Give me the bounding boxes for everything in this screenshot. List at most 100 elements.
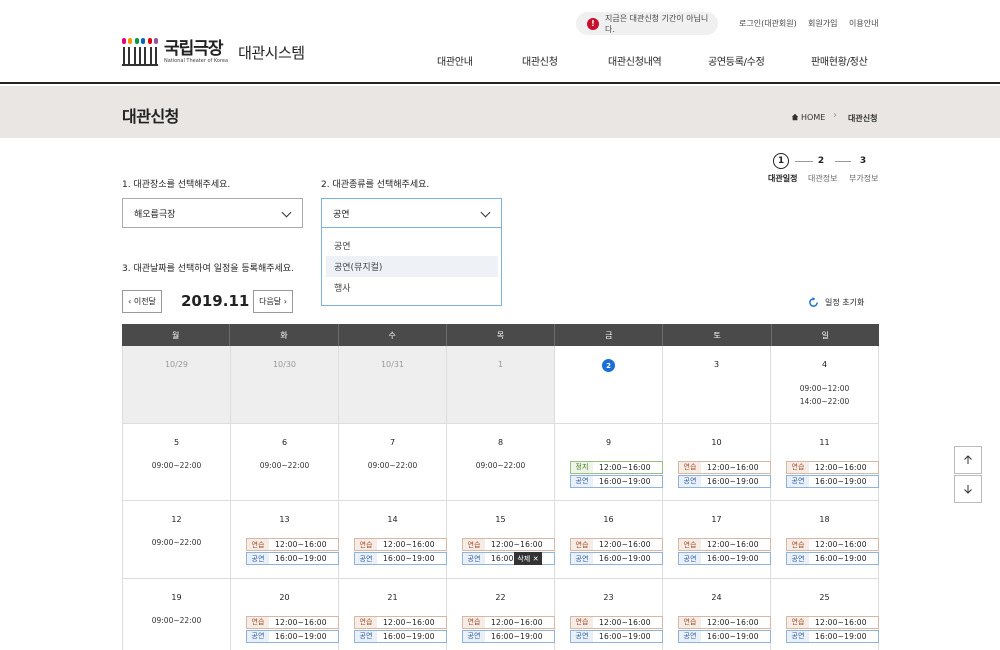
calendar-day-cell[interactable]: 18 연습 12:00~16:00 공연 16:00~19:00 [771, 501, 879, 578]
reset-schedule-button[interactable]: 일정 초기화 [808, 297, 864, 308]
calendar-day-cell[interactable]: 8 09:00~22:00 [447, 423, 555, 500]
calendar-day-cell[interactable]: 11 연습 12:00~16:00 공연 16:00~19:00 [771, 423, 879, 500]
scroll-top-button[interactable] [954, 446, 982, 474]
slot-type-tag: 공연 [463, 553, 485, 564]
performance-slot[interactable]: 공연 16:00~19:00 [570, 552, 663, 565]
slot-time: 12:00~16:00 [815, 462, 867, 472]
calendar-day-cell[interactable]: 17 연습 12:00~16:00 공연 16:00~19:00 [663, 501, 771, 578]
rehearsal-slot[interactable]: 연습 12:00~16:00 [462, 615, 555, 629]
gnb-rental-apply[interactable]: 대관신청 [522, 53, 558, 68]
performance-slot[interactable]: 공연 16:00~19:00 [678, 474, 771, 488]
rehearsal-slot[interactable]: 연습 12:00~16:00 [786, 460, 879, 474]
step-1-label: 대관일정 [768, 174, 798, 183]
slot-type-tag: 공연 [571, 630, 593, 642]
rehearsal-slot[interactable]: 연습 12:00~16:00 [678, 460, 771, 474]
calendar-day-cell[interactable]: 14 연습 12:00~16:00 공연 16:00~19:00 [339, 501, 447, 578]
calendar-day-cell[interactable]: 5 09:00~22:00 [122, 423, 231, 500]
calendar-week-row: 19 09:00~22:00 20 연습 12:00~16:00 공연 16:00~19:0… [122, 578, 879, 650]
logo[interactable]: 국립극장 National Theater of Korea 대관시스템 [122, 37, 305, 67]
calendar-day-cell[interactable]: 2 [555, 346, 663, 423]
day-number: 10/31 [380, 360, 405, 369]
slot-type-tag: 공연 [247, 553, 269, 564]
rehearsal-slot[interactable]: 연습 12:00~16:00 [246, 615, 339, 629]
performance-slot[interactable]: 공연 16:00~19:00 [354, 552, 447, 565]
rental-type-select[interactable]: 공연 [321, 198, 502, 228]
slot-type-tag: 연습 [463, 616, 485, 628]
gnb-performance-register[interactable]: 공연등록/수정 [708, 53, 765, 68]
performance-slot[interactable]: 공연 16:00~19:00 [786, 552, 879, 565]
suspended-slot[interactable]: 정지 12:00~16:00 [570, 460, 663, 474]
slot-type-tag: 공연 [355, 630, 377, 642]
slot-time: 16:00~19:00 [383, 631, 435, 641]
calendar-day-cell[interactable]: 25 연습 12:00~16:00 공연 16:00~19:00 [771, 578, 879, 650]
rehearsal-slot[interactable]: 연습 12:00~16:00 [354, 538, 447, 551]
performance-slot[interactable]: 공연 16:00~19:00 [246, 629, 339, 643]
performance-slot[interactable]: 공연 16:00~19:00 [354, 629, 447, 643]
step-2-label: 대관정보 [808, 174, 838, 183]
calendar-day-cell[interactable]: 6 09:00~22:00 [231, 423, 339, 500]
rehearsal-slot[interactable]: 연습 12:00~16:00 [786, 538, 879, 551]
breadcrumb-home[interactable]: HOME [801, 113, 825, 122]
dropdown-option-event[interactable]: 행사 [326, 277, 498, 298]
rehearsal-slot[interactable]: 연습 12:00~16:00 [678, 615, 771, 629]
prev-month-button[interactable]: ‹ 이전달 [122, 290, 162, 313]
slot-time: 12:00~16:00 [275, 617, 327, 627]
rehearsal-slot[interactable]: 연습 12:00~16:00 [570, 615, 663, 629]
rehearsal-slot[interactable]: 연습 12:00~16:00 [570, 538, 663, 551]
step-1-indicator: 1 [773, 153, 789, 169]
calendar-day-cell[interactable]: 7 09:00~22:00 [339, 423, 447, 500]
refresh-icon [809, 297, 818, 307]
performance-slot[interactable]: 공연 16:00~19:00 [570, 474, 663, 488]
delete-slot-button[interactable]: 삭제 ✕ [514, 552, 542, 565]
dropdown-option-performance[interactable]: 공연 [326, 235, 498, 256]
guide-link[interactable]: 이용안내 [849, 18, 878, 29]
venue-question: 1. 대관장소를 선택해주세요. [122, 180, 231, 190]
next-month-button[interactable]: 다음달 › [253, 290, 293, 313]
calendar-day-cell[interactable]: 24 연습 12:00~16:00 공연 16:00~19:00 [663, 578, 771, 650]
calendar-day-cell[interactable]: 15 연습 12:00~16:00 공연 16:00~ 삭제 ✕ [447, 501, 555, 578]
rehearsal-slot[interactable]: 연습 12:00~16:00 [786, 615, 879, 629]
gnb-rental-guide[interactable]: 대관안내 [437, 53, 473, 68]
venue-select[interactable]: 해오름극장 [122, 198, 303, 228]
login-link[interactable]: 로그인(대관회원) [739, 18, 797, 29]
calendar-day-cell[interactable]: 19 09:00~22:00 [122, 578, 231, 650]
calendar-day-cell[interactable]: 21 연습 12:00~16:00 공연 16:00~19:00 [339, 578, 447, 650]
gnb-sales-settlement[interactable]: 판매현황/정산 [811, 53, 868, 68]
calendar-day-cell[interactable]: 13 연습 12:00~16:00 공연 16:00~19:00 [231, 501, 339, 578]
slot-type-tag: 연습 [787, 539, 809, 550]
calendar-day-cell[interactable]: 16 연습 12:00~16:00 공연 16:00~19:00 [555, 501, 663, 578]
dropdown-option-musical[interactable]: 공연(뮤지컬) [326, 256, 498, 277]
slot-time: 16:00~19:00 [599, 631, 651, 641]
step-3-label: 부가정보 [849, 174, 879, 183]
performance-slot[interactable]: 공연 16:00~19:00 [246, 552, 339, 565]
calendar-day-cell[interactable]: 3 [663, 346, 771, 423]
slot-type-tag: 공연 [679, 553, 701, 564]
performance-slot[interactable]: 공연 16:00~19:00 [678, 552, 771, 565]
gnb-apply-history[interactable]: 대관신청내역 [608, 53, 662, 68]
slot-type-tag: 공연 [787, 630, 809, 642]
slot-type-tag: 연습 [787, 616, 809, 628]
day-number: 18 [819, 515, 830, 524]
slot-time: 12:00~16:00 [599, 540, 651, 549]
calendar-day-cell[interactable]: 12 09:00~22:00 [122, 501, 231, 578]
rehearsal-slot[interactable]: 연습 12:00~16:00 [354, 615, 447, 629]
rehearsal-slot[interactable]: 연습 12:00~16:00 [678, 538, 771, 551]
performance-slot[interactable]: 공연 16:00~19:00 [678, 629, 771, 643]
calendar-day-cell[interactable]: 9 정지 12:00~16:00 공연 16:00~19:00 [555, 423, 663, 500]
rehearsal-slot[interactable]: 연습 12:00~16:00 [462, 538, 555, 551]
available-time: 09:00~22:00 [259, 460, 310, 470]
performance-slot[interactable]: 공연 16:00~19:00 [786, 474, 879, 488]
signup-link[interactable]: 회원가입 [808, 18, 837, 29]
calendar-day-cell[interactable]: 22 연습 12:00~16:00 공연 16:00~19:00 [447, 578, 555, 650]
slot-time: 12:00~16:00 [707, 540, 759, 549]
performance-slot[interactable]: 공연 16:00~19:00 [462, 629, 555, 643]
calendar-day-cell[interactable]: 23 연습 12:00~16:00 공연 16:00~19:00 [555, 578, 663, 650]
rehearsal-slot[interactable]: 연습 12:00~16:00 [246, 538, 339, 551]
calendar-day-cell[interactable]: 4 09:00~12:00 14:00~22:00 [771, 346, 879, 423]
scroll-bottom-button[interactable] [954, 475, 982, 503]
calendar-day-cell[interactable]: 20 연습 12:00~16:00 공연 16:00~19:00 [231, 578, 339, 650]
calendar-day-cell[interactable]: 10 연습 12:00~16:00 공연 16:00~19:00 [663, 423, 771, 500]
performance-slot[interactable]: 공연 16:00~19:00 [786, 629, 879, 643]
performance-slot[interactable]: 공연 16:00~19:00 [570, 629, 663, 643]
slot-time: 12:00~16:00 [599, 617, 651, 627]
